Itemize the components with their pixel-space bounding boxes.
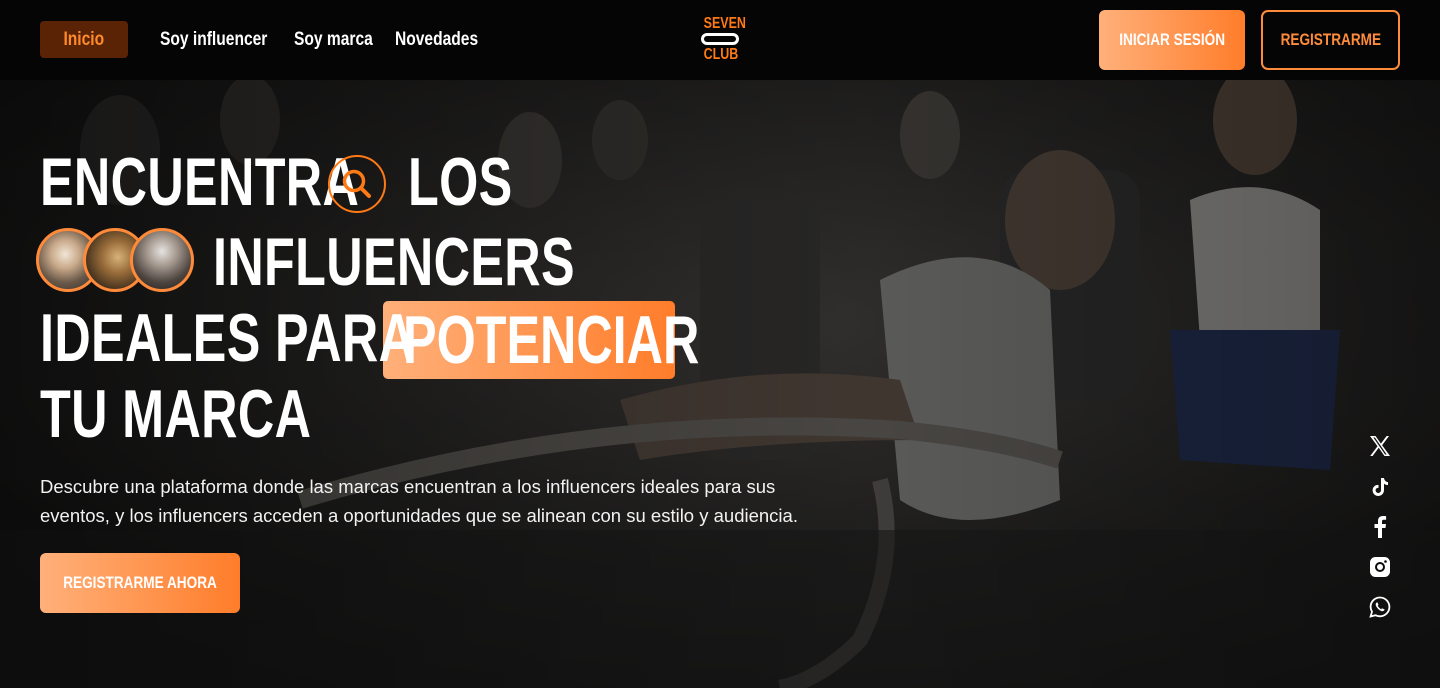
main-nav: Inicio Soy influencer Soy marca Novedade… [40, 21, 496, 58]
register-now-button[interactable]: REGISTRARME AHORA [40, 553, 240, 613]
nav-item-inicio[interactable]: Inicio [40, 21, 128, 58]
instagram-icon[interactable] [1366, 553, 1394, 581]
hero-heading-line-2: INFLUENCERS [213, 224, 575, 300]
search-icon [328, 155, 386, 213]
influencer-avatars [36, 228, 196, 294]
tiktok-icon[interactable] [1366, 473, 1394, 501]
whatsapp-icon[interactable] [1366, 593, 1394, 621]
top-navigation-bar: Inicio Soy influencer Soy marca Novedade… [0, 0, 1440, 80]
hero-heading-line-1: ENCUENTRA [40, 144, 360, 220]
nav-item-soy-marca[interactable]: Soy marca [294, 21, 373, 58]
nav-item-soy-influencer[interactable]: Soy influencer [160, 21, 267, 58]
register-button[interactable]: REGISTRARME [1261, 10, 1400, 70]
logo-text-bottom: CLUB [703, 46, 739, 63]
hero-heading-line-1-end: LOS [408, 144, 513, 220]
logo-text-top: SEVEN [703, 15, 746, 32]
login-button[interactable]: INICIAR SESIÓN [1099, 10, 1245, 70]
influencer-avatar-3 [130, 228, 194, 292]
seven-club-logo[interactable]: SEVEN CLUB [699, 14, 746, 66]
hero-heading-line-4: TU MARCA [40, 376, 312, 452]
hero-heading-line-3: IDEALES PARA [40, 300, 416, 376]
logo-ring-shape [701, 33, 739, 45]
facebook-icon[interactable] [1366, 513, 1394, 541]
hero-description: Descubre una plataforma donde las marcas… [40, 476, 798, 526]
nav-item-novedades[interactable]: Novedades [395, 21, 478, 58]
x-icon[interactable] [1366, 432, 1394, 460]
hero-highlight-word: POTENCIAR [403, 302, 700, 378]
